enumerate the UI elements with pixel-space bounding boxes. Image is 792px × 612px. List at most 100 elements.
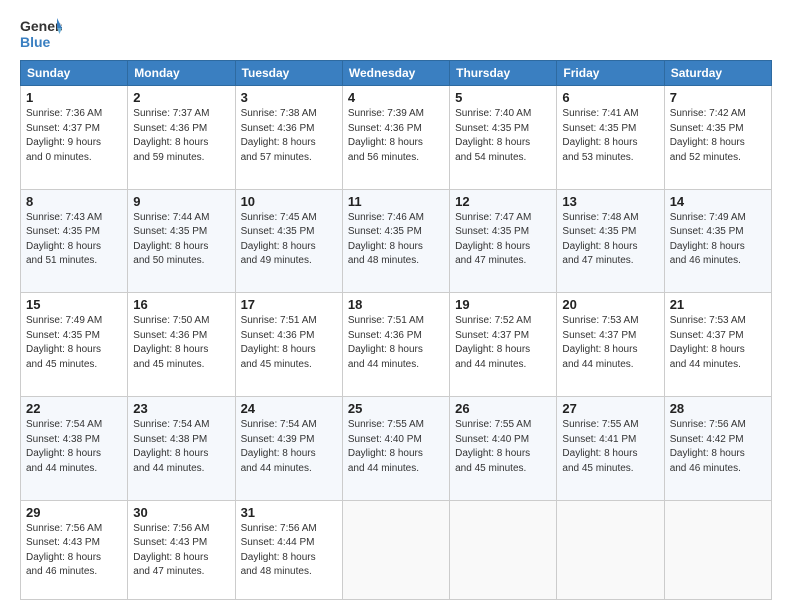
svg-text:Blue: Blue xyxy=(20,34,51,50)
col-header-tuesday: Tuesday xyxy=(235,61,342,86)
day-number: 3 xyxy=(241,90,337,105)
calendar-cell: 12 Sunrise: 7:47 AMSunset: 4:35 PMDayligh… xyxy=(450,189,557,293)
day-number: 20 xyxy=(562,297,658,312)
calendar-cell: 14Sunrise: 7:49 AMSunset: 4:35 PMDayligh… xyxy=(664,189,771,293)
day-info: Sunrise: 7:54 AMSunset: 4:38 PMDaylight:… xyxy=(133,418,229,476)
calendar-body: 1Sunrise: 7:36 AMSunset: 4:37 PMDaylight… xyxy=(21,86,772,600)
day-info: Sunrise: 7:56 AMSunset: 4:43 PMDaylight:… xyxy=(26,522,122,580)
calendar-cell: 10 Sunrise: 7:45 AMSunset: 4:35 PMDayligh… xyxy=(235,189,342,293)
calendar-cell xyxy=(664,500,771,599)
col-header-friday: Friday xyxy=(557,61,664,86)
calendar-cell: 28Sunrise: 7:56 AMSunset: 4:42 PMDayligh… xyxy=(664,397,771,501)
day-info: Sunrise: 7:45 AMSunset: 4:35 PMDaylight:… xyxy=(241,211,337,269)
day-info: Sunrise: 7:49 AMSunset: 4:35 PMDaylight:… xyxy=(26,314,122,372)
calendar-cell: 21 Sunrise: 7:53 AMSunset: 4:37 PMDayligh… xyxy=(664,293,771,397)
day-number: 31 xyxy=(241,505,337,520)
day-number: 7 xyxy=(670,90,766,105)
day-number: 17 xyxy=(241,297,337,312)
day-info: Sunrise: 7:51 AMSunset: 4:36 PMDaylight:… xyxy=(241,314,337,372)
calendar-cell: 20 Sunrise: 7:53 AMSunset: 4:37 PMDayligh… xyxy=(557,293,664,397)
col-header-saturday: Saturday xyxy=(664,61,771,86)
day-info: Sunrise: 7:50 AMSunset: 4:36 PMDaylight:… xyxy=(133,314,229,372)
calendar-cell: 30Sunrise: 7:56 AMSunset: 4:43 PMDayligh… xyxy=(128,500,235,599)
week-row-2: 8Sunrise: 7:43 AMSunset: 4:35 PMDaylight… xyxy=(21,189,772,293)
day-info: Sunrise: 7:51 AMSunset: 4:36 PMDaylight:… xyxy=(348,314,444,372)
week-row-3: 15 Sunrise: 7:49 AMSunset: 4:35 PMDayligh… xyxy=(21,293,772,397)
day-number: 15 xyxy=(26,297,122,312)
week-row-1: 1Sunrise: 7:36 AMSunset: 4:37 PMDaylight… xyxy=(21,86,772,190)
day-info: Sunrise: 7:41 AMSunset: 4:35 PMDaylight:… xyxy=(562,107,658,165)
day-info: Sunrise: 7:44 AMSunset: 4:35 PMDaylight:… xyxy=(133,211,229,269)
header: General Blue xyxy=(20,16,772,52)
calendar-cell: 17 Sunrise: 7:51 AMSunset: 4:36 PMDayligh… xyxy=(235,293,342,397)
day-info: Sunrise: 7:40 AMSunset: 4:35 PMDaylight:… xyxy=(455,107,551,165)
day-info: Sunrise: 7:52 AMSunset: 4:37 PMDaylight:… xyxy=(455,314,551,372)
day-number: 5 xyxy=(455,90,551,105)
logo-svg: General Blue xyxy=(20,16,62,52)
day-number: 1 xyxy=(26,90,122,105)
calendar-cell: 7 Sunrise: 7:42 AMSunset: 4:35 PMDaylight… xyxy=(664,86,771,190)
day-info: Sunrise: 7:46 AMSunset: 4:35 PMDaylight:… xyxy=(348,211,444,269)
day-number: 6 xyxy=(562,90,658,105)
day-info: Sunrise: 7:47 AMSunset: 4:35 PMDaylight:… xyxy=(455,211,551,269)
calendar-cell: 9Sunrise: 7:44 AMSunset: 4:35 PMDaylight… xyxy=(128,189,235,293)
calendar-cell: 8Sunrise: 7:43 AMSunset: 4:35 PMDaylight… xyxy=(21,189,128,293)
day-number: 10 xyxy=(241,194,337,209)
day-number: 25 xyxy=(348,401,444,416)
calendar-cell: 18Sunrise: 7:51 AMSunset: 4:36 PMDayligh… xyxy=(342,293,449,397)
day-info: Sunrise: 7:55 AMSunset: 4:41 PMDaylight:… xyxy=(562,418,658,476)
day-number: 14 xyxy=(670,194,766,209)
calendar-cell: 19 Sunrise: 7:52 AMSunset: 4:37 PMDayligh… xyxy=(450,293,557,397)
day-number: 29 xyxy=(26,505,122,520)
day-number: 12 xyxy=(455,194,551,209)
calendar-cell: 15 Sunrise: 7:49 AMSunset: 4:35 PMDayligh… xyxy=(21,293,128,397)
calendar-cell: 29 Sunrise: 7:56 AMSunset: 4:43 PMDayligh… xyxy=(21,500,128,599)
calendar-cell: 11Sunrise: 7:46 AMSunset: 4:35 PMDayligh… xyxy=(342,189,449,293)
day-info: Sunrise: 7:53 AMSunset: 4:37 PMDaylight:… xyxy=(670,314,766,372)
calendar-cell: 4Sunrise: 7:39 AMSunset: 4:36 PMDaylight… xyxy=(342,86,449,190)
day-number: 26 xyxy=(455,401,551,416)
day-number: 24 xyxy=(241,401,337,416)
calendar-cell: 25Sunrise: 7:55 AMSunset: 4:40 PMDayligh… xyxy=(342,397,449,501)
day-info: Sunrise: 7:42 AMSunset: 4:35 PMDaylight:… xyxy=(670,107,766,165)
calendar-cell: 16Sunrise: 7:50 AMSunset: 4:36 PMDayligh… xyxy=(128,293,235,397)
day-number: 22 xyxy=(26,401,122,416)
calendar-cell: 24 Sunrise: 7:54 AMSunset: 4:39 PMDayligh… xyxy=(235,397,342,501)
calendar-cell xyxy=(342,500,449,599)
calendar-cell: 26 Sunrise: 7:55 AMSunset: 4:40 PMDayligh… xyxy=(450,397,557,501)
day-number: 23 xyxy=(133,401,229,416)
day-number: 27 xyxy=(562,401,658,416)
day-number: 28 xyxy=(670,401,766,416)
day-info: Sunrise: 7:48 AMSunset: 4:35 PMDaylight:… xyxy=(562,211,658,269)
day-info: Sunrise: 7:39 AMSunset: 4:36 PMDaylight:… xyxy=(348,107,444,165)
day-number: 8 xyxy=(26,194,122,209)
calendar-cell: 6 Sunrise: 7:41 AMSunset: 4:35 PMDaylight… xyxy=(557,86,664,190)
col-header-wednesday: Wednesday xyxy=(342,61,449,86)
calendar-cell xyxy=(450,500,557,599)
calendar-cell: 31 Sunrise: 7:56 AMSunset: 4:44 PMDayligh… xyxy=(235,500,342,599)
week-row-4: 22 Sunrise: 7:54 AMSunset: 4:38 PMDayligh… xyxy=(21,397,772,501)
week-row-5: 29 Sunrise: 7:56 AMSunset: 4:43 PMDayligh… xyxy=(21,500,772,599)
col-header-monday: Monday xyxy=(128,61,235,86)
day-info: Sunrise: 7:53 AMSunset: 4:37 PMDaylight:… xyxy=(562,314,658,372)
calendar-cell: 13Sunrise: 7:48 AMSunset: 4:35 PMDayligh… xyxy=(557,189,664,293)
calendar-table: SundayMondayTuesdayWednesdayThursdayFrid… xyxy=(20,60,772,600)
calendar-header-row: SundayMondayTuesdayWednesdayThursdayFrid… xyxy=(21,61,772,86)
day-number: 21 xyxy=(670,297,766,312)
day-info: Sunrise: 7:37 AMSunset: 4:36 PMDaylight:… xyxy=(133,107,229,165)
calendar-cell: 1Sunrise: 7:36 AMSunset: 4:37 PMDaylight… xyxy=(21,86,128,190)
col-header-thursday: Thursday xyxy=(450,61,557,86)
calendar-cell: 22 Sunrise: 7:54 AMSunset: 4:38 PMDayligh… xyxy=(21,397,128,501)
day-info: Sunrise: 7:55 AMSunset: 4:40 PMDaylight:… xyxy=(455,418,551,476)
day-info: Sunrise: 7:54 AMSunset: 4:39 PMDaylight:… xyxy=(241,418,337,476)
day-number: 2 xyxy=(133,90,229,105)
calendar-cell: 5 Sunrise: 7:40 AMSunset: 4:35 PMDaylight… xyxy=(450,86,557,190)
page: General Blue SundayMondayTuesdayWednesda… xyxy=(0,0,792,612)
day-number: 19 xyxy=(455,297,551,312)
day-number: 30 xyxy=(133,505,229,520)
day-info: Sunrise: 7:54 AMSunset: 4:38 PMDaylight:… xyxy=(26,418,122,476)
logo: General Blue xyxy=(20,16,62,52)
svg-text:General: General xyxy=(20,18,62,34)
calendar-cell: 27 Sunrise: 7:55 AMSunset: 4:41 PMDayligh… xyxy=(557,397,664,501)
day-info: Sunrise: 7:56 AMSunset: 4:44 PMDaylight:… xyxy=(241,522,337,580)
